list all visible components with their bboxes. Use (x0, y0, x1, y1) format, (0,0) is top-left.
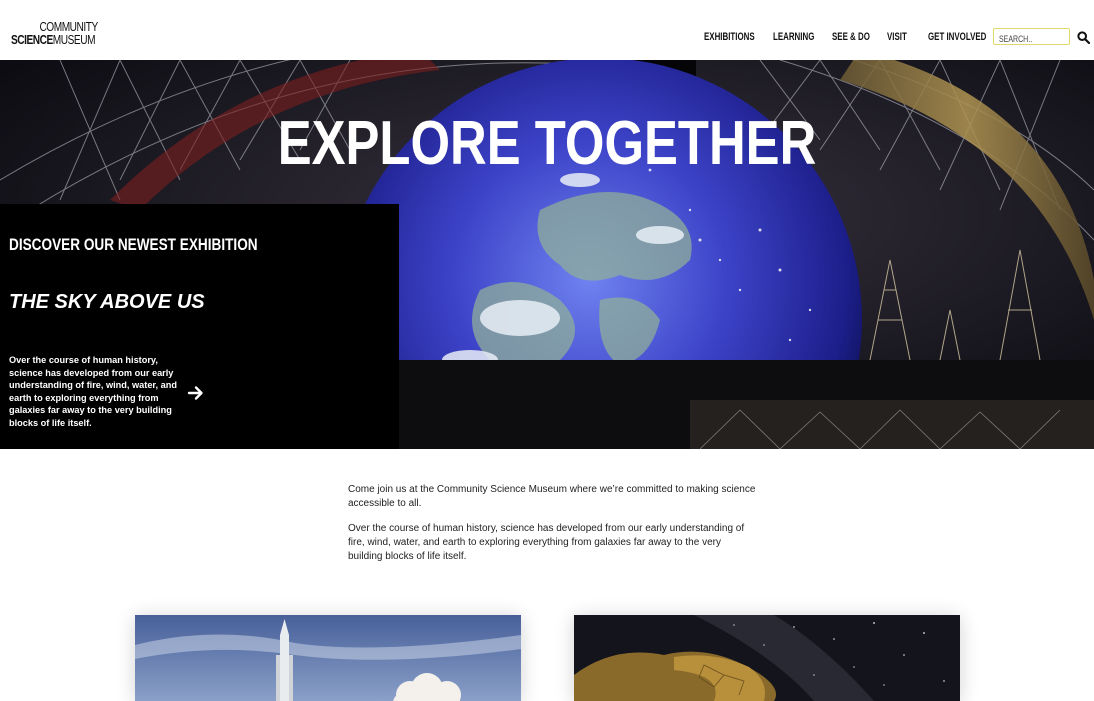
exhibition-kicker: DISCOVER OUR NEWEST EXHIBITION (9, 235, 258, 254)
intro-paragraph-1: Come join us at the Community Science Mu… (348, 484, 756, 509)
arrow-right-icon[interactable] (187, 384, 205, 402)
logo-line-2: SCIENCEMUSEUM (11, 32, 96, 47)
intro-paragraph-2: Over the course of human history, scienc… (348, 523, 745, 562)
dinosaur-fossil-image (574, 615, 960, 701)
nav-see-and-do[interactable]: SEE & DO (832, 31, 870, 43)
rocket-launch-image (135, 615, 521, 701)
exhibition-panel: DISCOVER OUR NEWEST EXHIBITION THE SKY A… (0, 204, 399, 449)
museum-logo[interactable]: COMMUNITY SCIENCEMUSEUM (11, 20, 101, 48)
exhibition-title[interactable]: THE SKY ABOVE US (9, 291, 205, 314)
feature-card-rocket[interactable] (135, 615, 521, 701)
hero-title: EXPLORE TOGETHER (277, 109, 817, 178)
hero-banner: EXPLORE TOGETHER DISCOVER OUR NEWEST EXH… (0, 60, 1094, 449)
search-field[interactable] (993, 28, 1070, 46)
intro-text: Come join us at the Community Science Mu… (348, 483, 758, 575)
exhibition-description: Over the course of human history, scienc… (9, 355, 177, 428)
feature-card-fossil[interactable] (574, 615, 960, 701)
search-input[interactable] (999, 32, 1054, 46)
nav-learning[interactable]: LEARNING (773, 31, 814, 43)
nav-get-involved[interactable]: GET INVOLVED (928, 31, 986, 43)
logo-word-science: SCIENCE (11, 32, 53, 47)
nav-exhibitions[interactable]: EXHIBITIONS (704, 31, 755, 43)
search-icon[interactable] (1077, 31, 1091, 45)
nav-visit[interactable]: VISIT (887, 31, 907, 43)
logo-word-museum: MUSEUM (52, 32, 96, 47)
site-header: COMMUNITY SCIENCEMUSEUM EXHIBITIONS LEAR… (0, 0, 1094, 61)
